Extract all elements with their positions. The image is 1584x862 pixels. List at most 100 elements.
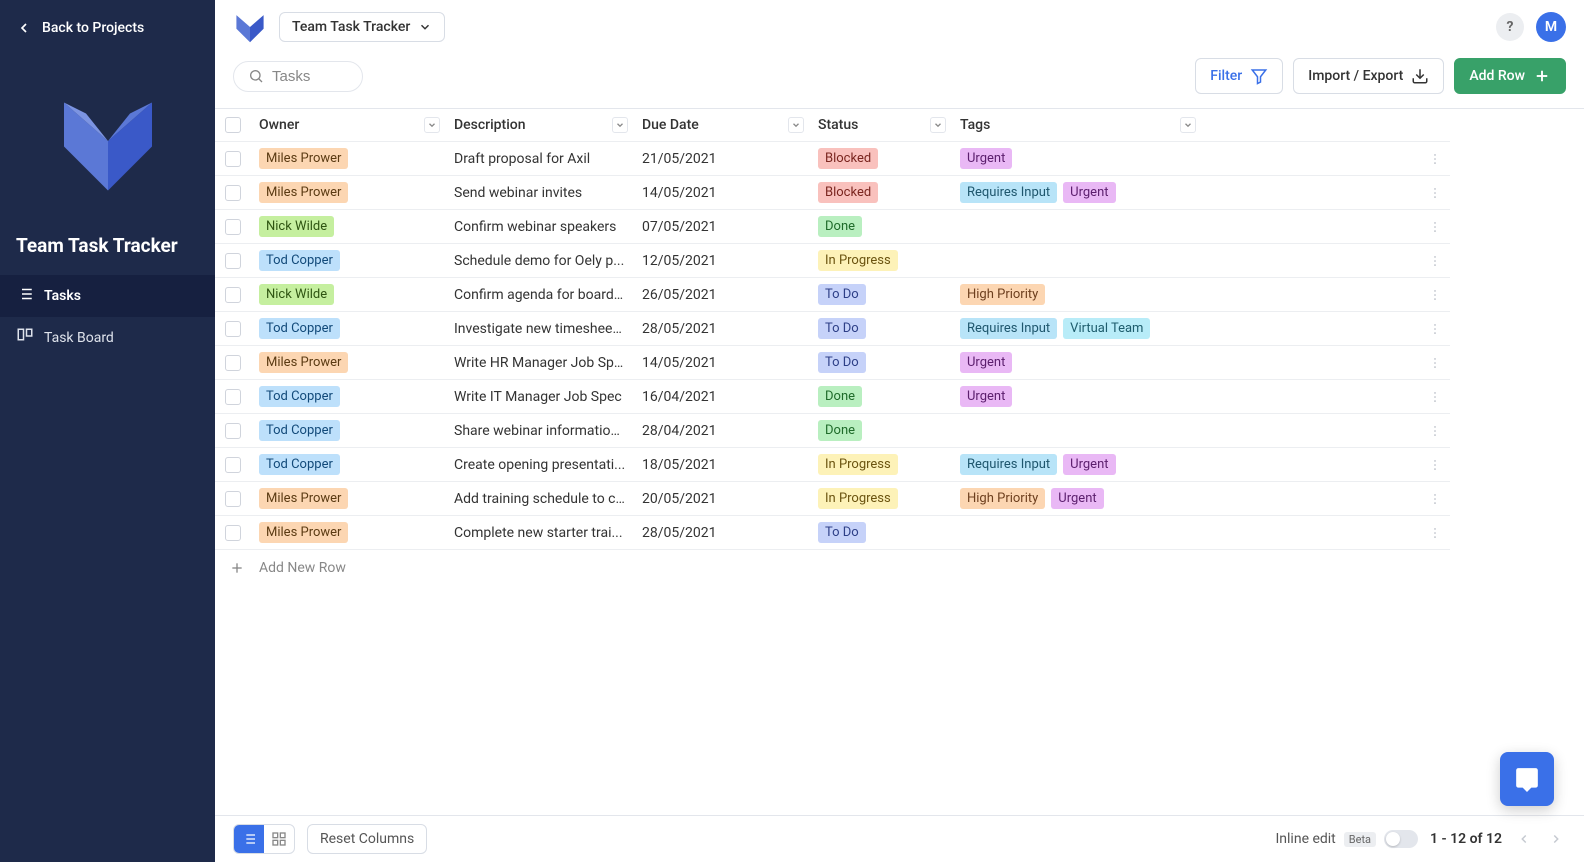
import-export-button[interactable]: Import / Export bbox=[1293, 58, 1444, 94]
table-row[interactable]: Miles ProwerDraft proposal for Axil21/05… bbox=[215, 142, 1450, 176]
table-row[interactable]: Miles ProwerWrite HR Manager Job Spec14/… bbox=[215, 346, 1450, 380]
row-menu-button[interactable] bbox=[1420, 452, 1450, 478]
row-checkbox[interactable] bbox=[215, 451, 251, 479]
user-avatar[interactable]: M bbox=[1536, 12, 1566, 42]
cell-status[interactable]: To Do bbox=[810, 516, 952, 549]
inline-edit-toggle[interactable] bbox=[1384, 830, 1418, 848]
add-row-button[interactable]: Add Row bbox=[1454, 58, 1566, 94]
cell-tags[interactable]: Urgent bbox=[952, 346, 1202, 379]
cell-description[interactable]: Confirm agenda for board ... bbox=[446, 281, 634, 309]
cell-description[interactable]: Schedule demo for Oely p... bbox=[446, 247, 634, 275]
row-menu-button[interactable] bbox=[1420, 350, 1450, 376]
column-header-status[interactable]: Status bbox=[810, 111, 952, 139]
chevron-down-icon[interactable] bbox=[424, 117, 440, 133]
next-page-button[interactable] bbox=[1546, 832, 1566, 846]
tag-pill[interactable]: Requires Input bbox=[960, 182, 1057, 203]
filter-button[interactable]: Filter bbox=[1195, 58, 1283, 94]
chat-fab[interactable] bbox=[1500, 752, 1554, 806]
cell-tags[interactable] bbox=[952, 255, 1202, 267]
cell-due-date[interactable]: 16/04/2021 bbox=[634, 383, 810, 411]
cell-due-date[interactable]: 28/05/2021 bbox=[634, 519, 810, 547]
chevron-down-icon[interactable] bbox=[930, 117, 946, 133]
cell-owner[interactable]: Tod Copper bbox=[251, 244, 446, 277]
row-checkbox[interactable] bbox=[215, 383, 251, 411]
cell-due-date[interactable]: 07/05/2021 bbox=[634, 213, 810, 241]
cell-description[interactable]: Write HR Manager Job Spec bbox=[446, 349, 634, 377]
reset-columns-button[interactable]: Reset Columns bbox=[307, 824, 427, 854]
column-header-due-date[interactable]: Due Date bbox=[634, 111, 810, 139]
row-menu-button[interactable] bbox=[1420, 282, 1450, 308]
cell-tags[interactable]: High Priority Urgent bbox=[952, 482, 1202, 515]
cell-owner[interactable]: Miles Prower bbox=[251, 516, 446, 549]
tag-pill[interactable]: High Priority bbox=[960, 284, 1045, 305]
row-menu-button[interactable] bbox=[1420, 214, 1450, 240]
cell-status[interactable]: In Progress bbox=[810, 482, 952, 515]
cell-status[interactable]: To Do bbox=[810, 312, 952, 345]
tag-pill[interactable]: Virtual Team bbox=[1063, 318, 1150, 339]
table-row[interactable]: Tod CopperInvestigate new timesheet...28… bbox=[215, 312, 1450, 346]
prev-page-button[interactable] bbox=[1514, 832, 1534, 846]
cell-owner[interactable]: Nick Wilde bbox=[251, 278, 446, 311]
row-checkbox[interactable] bbox=[215, 315, 251, 343]
table-row[interactable]: Nick WildeConfirm webinar speakers07/05/… bbox=[215, 210, 1450, 244]
table-row[interactable]: Miles ProwerAdd training schedule to c..… bbox=[215, 482, 1450, 516]
cell-status[interactable]: Done bbox=[810, 414, 952, 447]
cell-description[interactable]: Investigate new timesheet... bbox=[446, 315, 634, 343]
cell-description[interactable]: Confirm webinar speakers bbox=[446, 213, 634, 241]
row-checkbox[interactable] bbox=[215, 145, 251, 173]
cell-owner[interactable]: Tod Copper bbox=[251, 380, 446, 413]
tag-pill[interactable]: Urgent bbox=[1063, 454, 1115, 475]
cell-owner[interactable]: Miles Prower bbox=[251, 176, 446, 209]
tag-pill[interactable]: Urgent bbox=[960, 386, 1012, 407]
cell-tags[interactable]: Urgent bbox=[952, 142, 1202, 175]
cell-due-date[interactable]: 20/05/2021 bbox=[634, 485, 810, 513]
cell-status[interactable]: In Progress bbox=[810, 244, 952, 277]
row-menu-button[interactable] bbox=[1420, 384, 1450, 410]
cell-owner[interactable]: Miles Prower bbox=[251, 482, 446, 515]
cell-owner[interactable]: Tod Copper bbox=[251, 312, 446, 345]
search-input[interactable] bbox=[272, 68, 342, 85]
cell-description[interactable]: Add training schedule to c... bbox=[446, 485, 634, 513]
cell-owner[interactable]: Tod Copper bbox=[251, 448, 446, 481]
row-checkbox[interactable] bbox=[215, 417, 251, 445]
table-scroll[interactable]: Owner Description Due Date Status Tags M… bbox=[215, 108, 1584, 815]
project-selector[interactable]: Team Task Tracker bbox=[279, 12, 445, 42]
row-menu-button[interactable] bbox=[1420, 520, 1450, 546]
cell-tags[interactable] bbox=[952, 221, 1202, 233]
cell-status[interactable]: Blocked bbox=[810, 142, 952, 175]
cell-description[interactable]: Draft proposal for Axil bbox=[446, 145, 634, 173]
cell-due-date[interactable]: 18/05/2021 bbox=[634, 451, 810, 479]
row-checkbox[interactable] bbox=[215, 179, 251, 207]
cell-tags[interactable] bbox=[952, 425, 1202, 437]
column-header-tags[interactable]: Tags bbox=[952, 111, 1202, 139]
tag-pill[interactable]: Requires Input bbox=[960, 318, 1057, 339]
cell-tags[interactable]: Urgent bbox=[952, 380, 1202, 413]
cell-tags[interactable]: High Priority bbox=[952, 278, 1202, 311]
row-checkbox[interactable] bbox=[215, 349, 251, 377]
help-button[interactable]: ? bbox=[1496, 13, 1524, 41]
row-checkbox[interactable] bbox=[215, 485, 251, 513]
table-row[interactable]: Tod CopperCreate opening presentati...18… bbox=[215, 448, 1450, 482]
cell-owner[interactable]: Miles Prower bbox=[251, 142, 446, 175]
row-checkbox[interactable] bbox=[215, 247, 251, 275]
cell-status[interactable]: Done bbox=[810, 380, 952, 413]
cell-due-date[interactable]: 28/04/2021 bbox=[634, 417, 810, 445]
chevron-down-icon[interactable] bbox=[1180, 117, 1196, 133]
cell-due-date[interactable]: 28/05/2021 bbox=[634, 315, 810, 343]
cell-due-date[interactable]: 26/05/2021 bbox=[634, 281, 810, 309]
cell-due-date[interactable]: 14/05/2021 bbox=[634, 179, 810, 207]
select-all-cell[interactable] bbox=[215, 111, 251, 139]
table-row[interactable]: Tod CopperWrite IT Manager Job Spec16/04… bbox=[215, 380, 1450, 414]
tag-pill[interactable]: Requires Input bbox=[960, 454, 1057, 475]
search-box[interactable] bbox=[233, 61, 363, 92]
chevron-down-icon[interactable] bbox=[612, 117, 628, 133]
row-menu-button[interactable] bbox=[1420, 180, 1450, 206]
cell-tags[interactable] bbox=[952, 527, 1202, 539]
cell-status[interactable]: Blocked bbox=[810, 176, 952, 209]
chevron-down-icon[interactable] bbox=[788, 117, 804, 133]
cell-tags[interactable]: Requires Input Virtual Team bbox=[952, 312, 1202, 345]
row-menu-button[interactable] bbox=[1420, 486, 1450, 512]
cell-description[interactable]: Complete new starter trai... bbox=[446, 519, 634, 547]
table-row[interactable]: Tod CopperSchedule demo for Oely p...12/… bbox=[215, 244, 1450, 278]
add-new-row-line[interactable]: Add New Row bbox=[215, 550, 1450, 586]
